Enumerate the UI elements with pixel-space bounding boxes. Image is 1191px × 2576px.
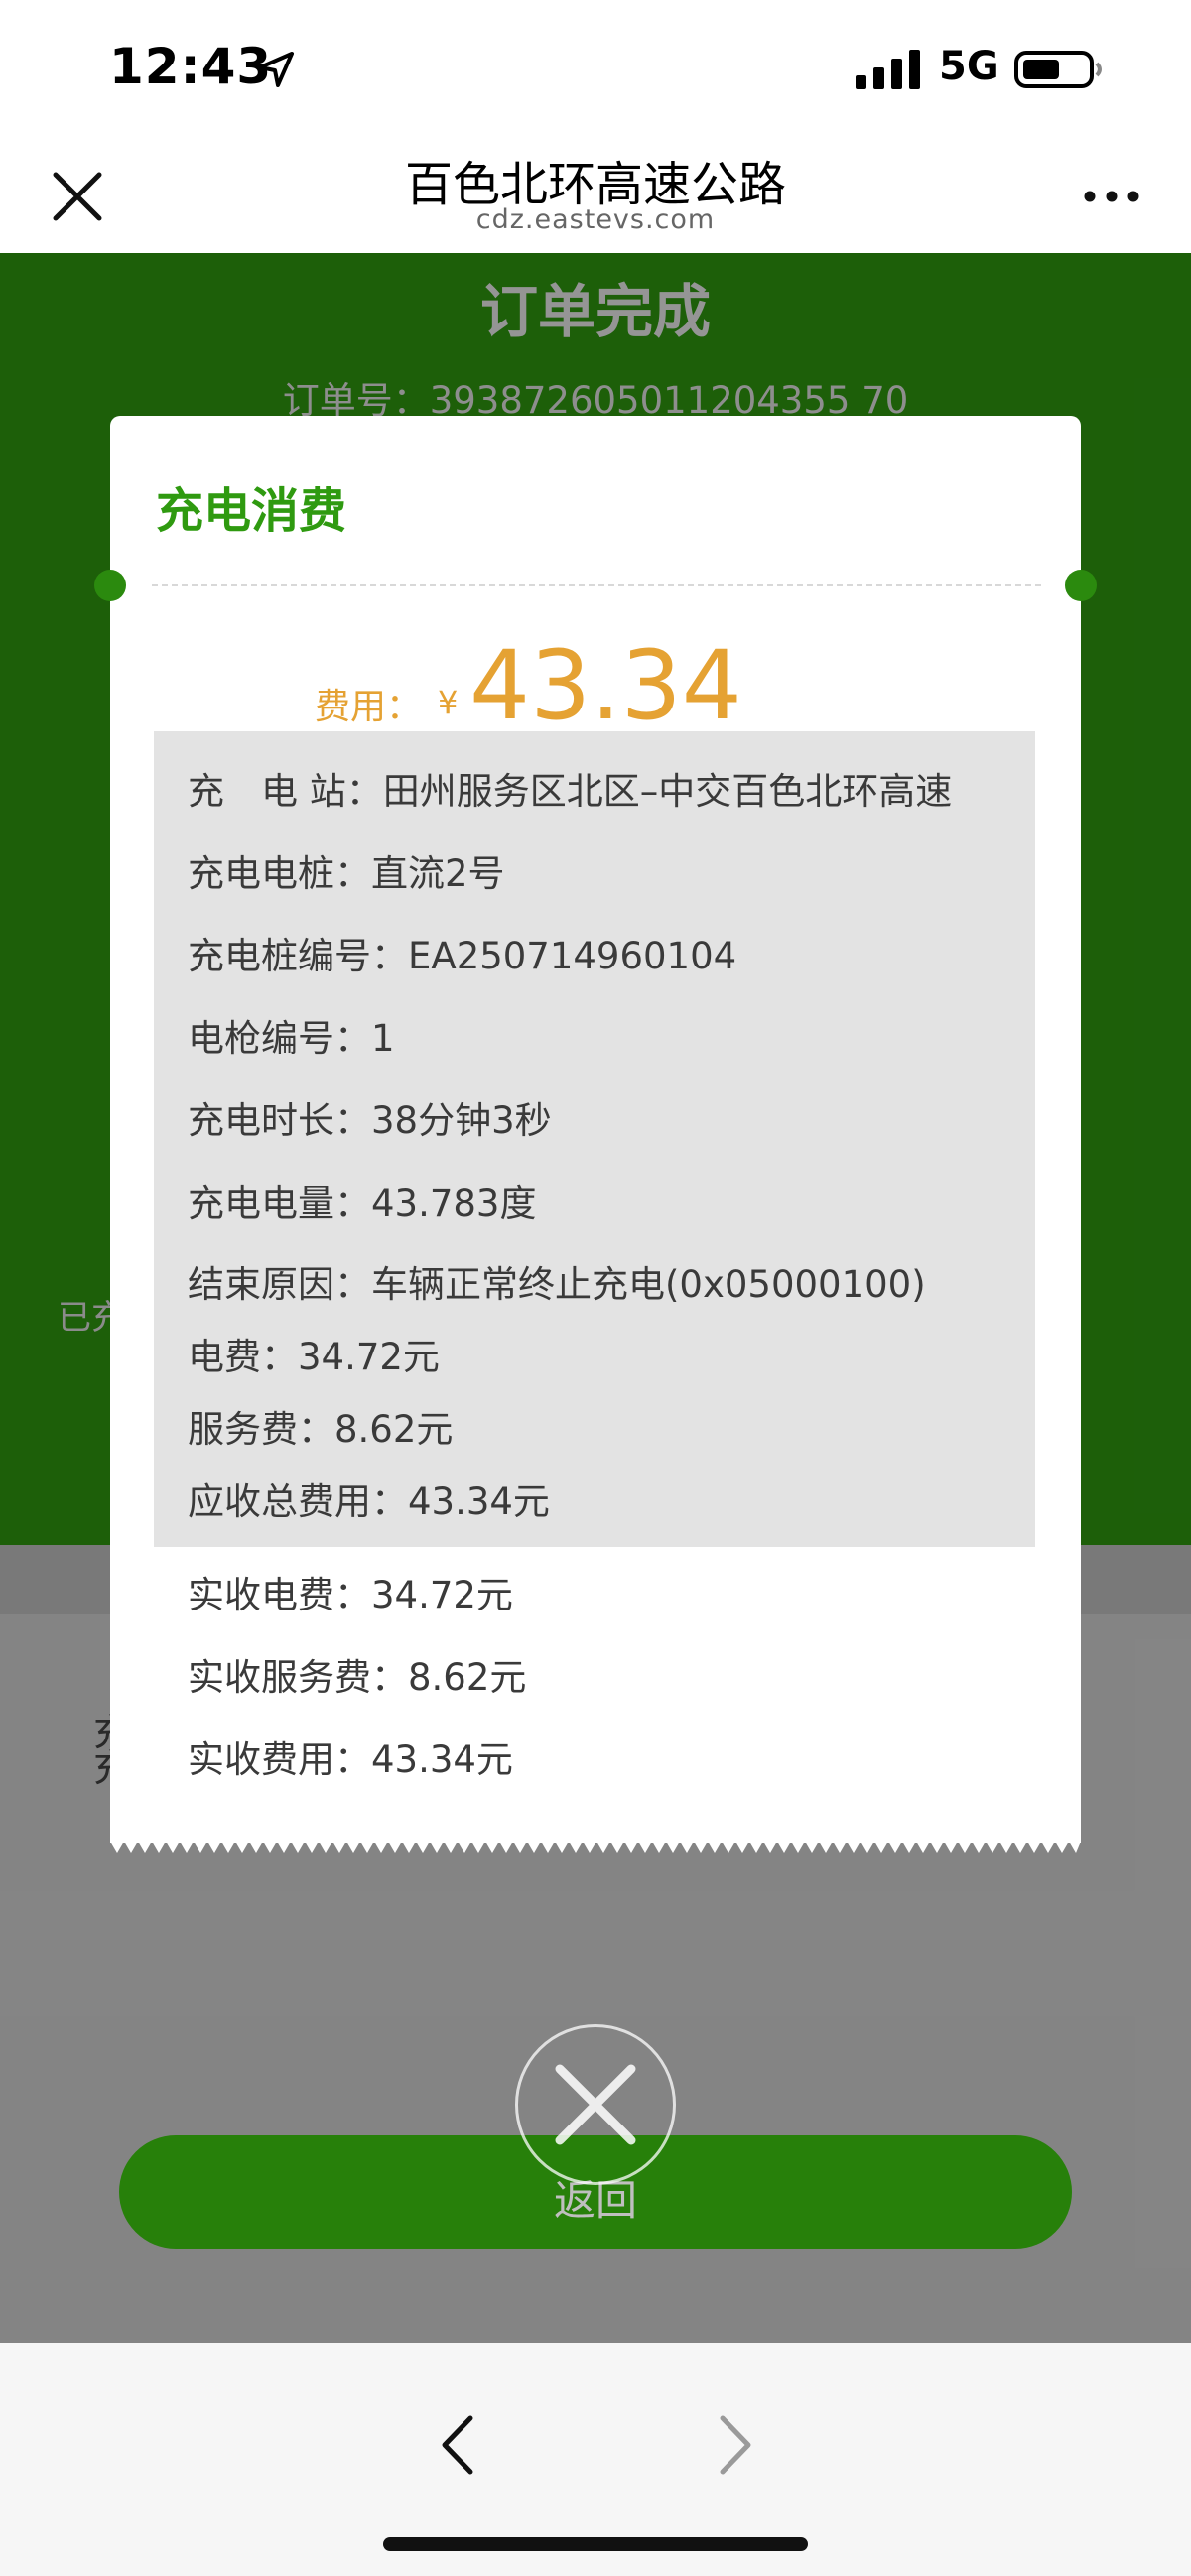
close-receipt-button[interactable] (515, 2024, 676, 2185)
fee-label: 费用： (315, 687, 423, 727)
detail-duration: 充电时长：38分钟3秒 (188, 1099, 552, 1142)
browser-toolbar (0, 2343, 1191, 2576)
detail-pile: 充电电桩：直流2号 (188, 852, 505, 895)
signal-icon (856, 50, 920, 89)
home-indicator[interactable] (383, 2537, 808, 2551)
detail-pile-number: 充电桩编号：EA250714960104 (188, 935, 737, 977)
ticket-notch (1065, 570, 1097, 601)
receipt-title: 充电消费 (156, 483, 347, 539)
receipt-zigzag-edge (110, 1841, 1081, 1853)
network-type: 5G (939, 44, 999, 89)
detail-service-fee: 服务费：8.62元 (188, 1408, 454, 1451)
dashed-divider (152, 584, 1041, 586)
status-time: 12:43 (109, 38, 273, 95)
back-arrow-icon[interactable] (433, 2410, 482, 2480)
battery-icon (1014, 51, 1102, 88)
paid-electricity-fee: 实收电费：34.72元 (188, 1574, 513, 1616)
location-arrow-icon (258, 52, 294, 87)
detail-electricity-fee: 电费：34.72元 (188, 1336, 440, 1378)
nav-bar: 百色北环高速公路 cdz.eastevs.com (0, 139, 1191, 253)
forward-arrow-icon[interactable] (711, 2410, 760, 2480)
charge-details: 充 电 站：田州服务区北区–中交百色北环高速 充电电桩：直流2号 充电桩编号：E… (154, 731, 1035, 1547)
fee-amount: 43.34 (469, 630, 742, 741)
detail-energy: 充电电量：43.783度 (188, 1182, 537, 1224)
close-icon (555, 2064, 636, 2145)
detail-gun-number: 电枪编号：1 (188, 1017, 395, 1060)
paid-service-fee: 实收服务费：8.62元 (188, 1656, 527, 1699)
paid-total: 实收费用：43.34元 (188, 1739, 513, 1781)
status-bar: 12:43 5G (0, 0, 1191, 139)
detail-total-due: 应收总费用：43.34元 (188, 1481, 550, 1523)
more-icon[interactable] (1084, 187, 1139, 206)
detail-station: 充 电 站：田州服务区北区–中交百色北环高速 (188, 770, 953, 813)
receipt-card: 充电消费 费用： ¥ 43.34 充 电 站：田州服务区北区–中交百色北环高速 … (94, 416, 1097, 1853)
currency-symbol: ¥ (438, 684, 459, 721)
ticket-notch (94, 570, 126, 601)
detail-end-reason: 结束原因：车辆正常终止充电(0x05000100) (188, 1263, 926, 1306)
nav-url: cdz.eastevs.com (475, 204, 716, 235)
